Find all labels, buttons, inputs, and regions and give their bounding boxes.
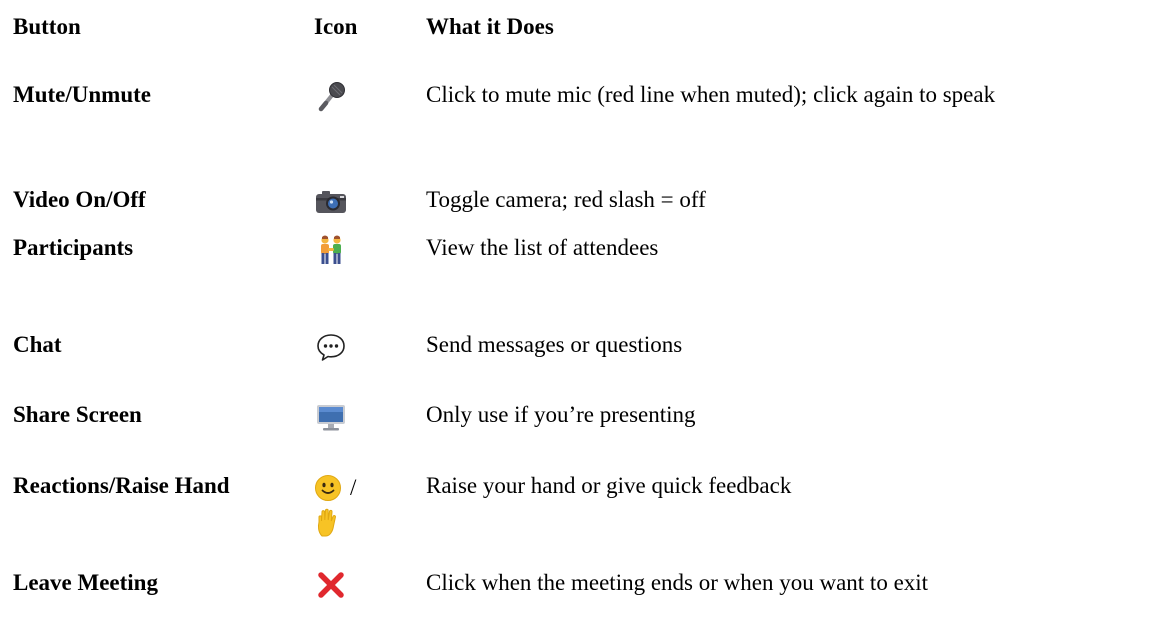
two-people-icon: [314, 233, 348, 267]
red-x-icon: [314, 568, 348, 602]
button-description: Click to mute mic (red line when muted);…: [426, 82, 996, 107]
button-description: Send messages or questions: [426, 332, 683, 357]
button-name: Participants: [13, 235, 134, 260]
button-description: Toggle camera; red slash = off: [426, 187, 706, 212]
button-name: Mute/Unmute: [13, 82, 151, 107]
icon-separator: /: [350, 474, 357, 500]
button-description: Only use if you’re presenting: [426, 402, 696, 427]
header-button: Button: [13, 14, 81, 39]
header-description: What it Does: [426, 14, 554, 39]
header-icon: Icon: [314, 14, 358, 39]
camera-icon: [314, 185, 348, 219]
button-description: Raise your hand or give quick feedback: [426, 473, 792, 498]
button-name: Reactions/Raise Hand: [13, 473, 230, 498]
button-description: View the list of attendees: [426, 235, 659, 260]
monitor-icon: [314, 400, 348, 434]
speech-bubble-icon: [314, 330, 348, 364]
button-name: Chat: [13, 332, 62, 357]
button-description: Click when the meeting ends or when you …: [426, 570, 929, 595]
button-name: Share Screen: [13, 402, 142, 427]
button-name: Leave Meeting: [13, 570, 158, 595]
raised-hand-icon: [314, 508, 342, 538]
smiley-icon: [314, 474, 342, 502]
button-name: Video On/Off: [13, 187, 146, 212]
microphone-icon: [314, 80, 348, 114]
